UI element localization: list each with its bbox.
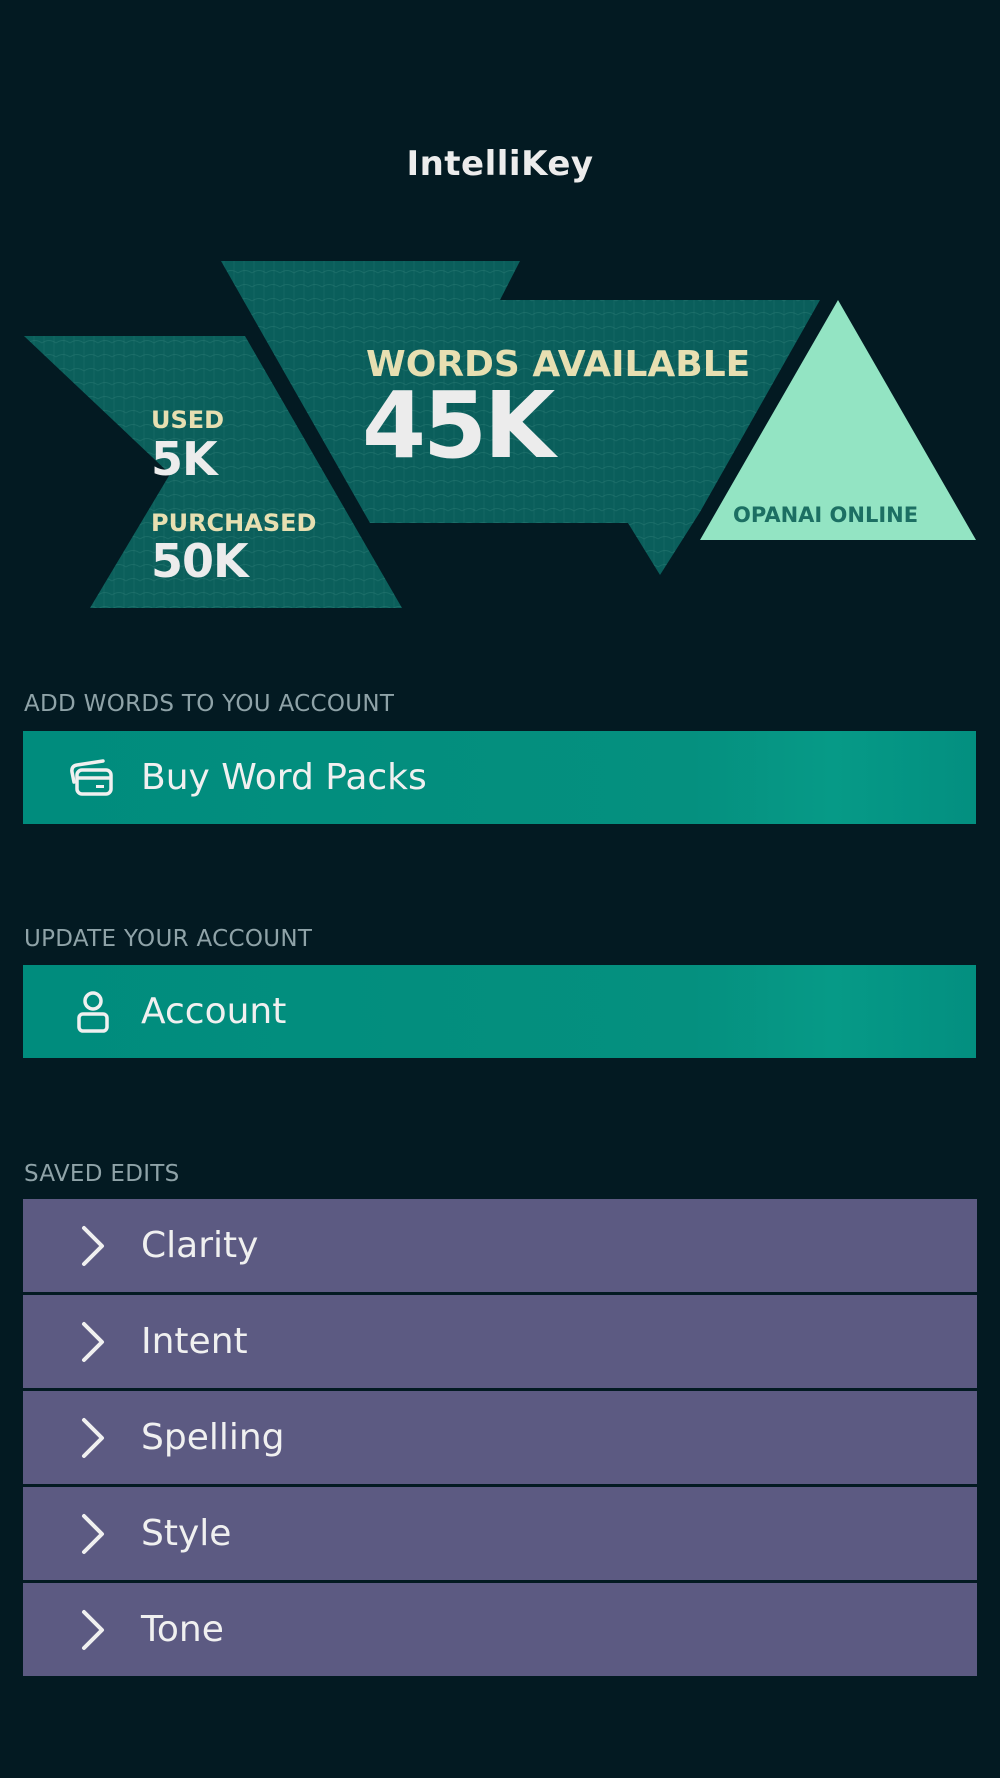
buy-word-packs-button[interactable]: Buy Word Packs: [23, 731, 976, 824]
account-section-label: UPDATE YOUR ACCOUNT: [24, 926, 313, 952]
chevron-right-icon: [71, 1224, 115, 1268]
saved-edit-tone[interactable]: Tone: [23, 1583, 977, 1676]
chevron-right-icon: [71, 1416, 115, 1460]
saved-edit-label: Spelling: [141, 1417, 285, 1458]
saved-edit-clarity[interactable]: Clarity: [23, 1199, 977, 1295]
purchased-label: PURCHASED: [151, 509, 317, 537]
buy-word-packs-label: Buy Word Packs: [141, 757, 427, 798]
word-stats-banner: USED 5K PURCHASED 50K WORDS AVAILABLE 45…: [0, 0, 1000, 620]
purchased-value: 50K: [151, 534, 249, 588]
credit-cards-icon: [69, 754, 117, 802]
saved-edit-label: Intent: [141, 1321, 248, 1362]
saved-edit-spelling[interactable]: Spelling: [23, 1391, 977, 1487]
chevron-right-icon: [71, 1320, 115, 1364]
chevron-right-icon: [71, 1512, 115, 1556]
saved-edit-style[interactable]: Style: [23, 1487, 977, 1583]
saved-edit-label: Style: [141, 1513, 232, 1554]
saved-edit-intent[interactable]: Intent: [23, 1295, 977, 1391]
saved-edit-label: Clarity: [141, 1225, 259, 1266]
account-button[interactable]: Account: [23, 965, 976, 1058]
words-available-value: 45K: [362, 372, 555, 479]
banner-graphic: [24, 261, 976, 608]
user-icon: [69, 988, 117, 1036]
saved-edits-label: SAVED EDITS: [24, 1161, 180, 1187]
used-value: 5K: [151, 432, 218, 486]
chevron-right-icon: [71, 1608, 115, 1652]
account-label: Account: [141, 991, 287, 1032]
used-label: USED: [151, 406, 225, 434]
buy-section-label: ADD WORDS TO YOU ACCOUNT: [24, 691, 395, 717]
service-status-label: OPANAI ONLINE: [733, 503, 919, 527]
saved-edit-label: Tone: [141, 1609, 224, 1650]
saved-edits-list: Clarity Intent Spelling Style Tone: [23, 1199, 977, 1676]
